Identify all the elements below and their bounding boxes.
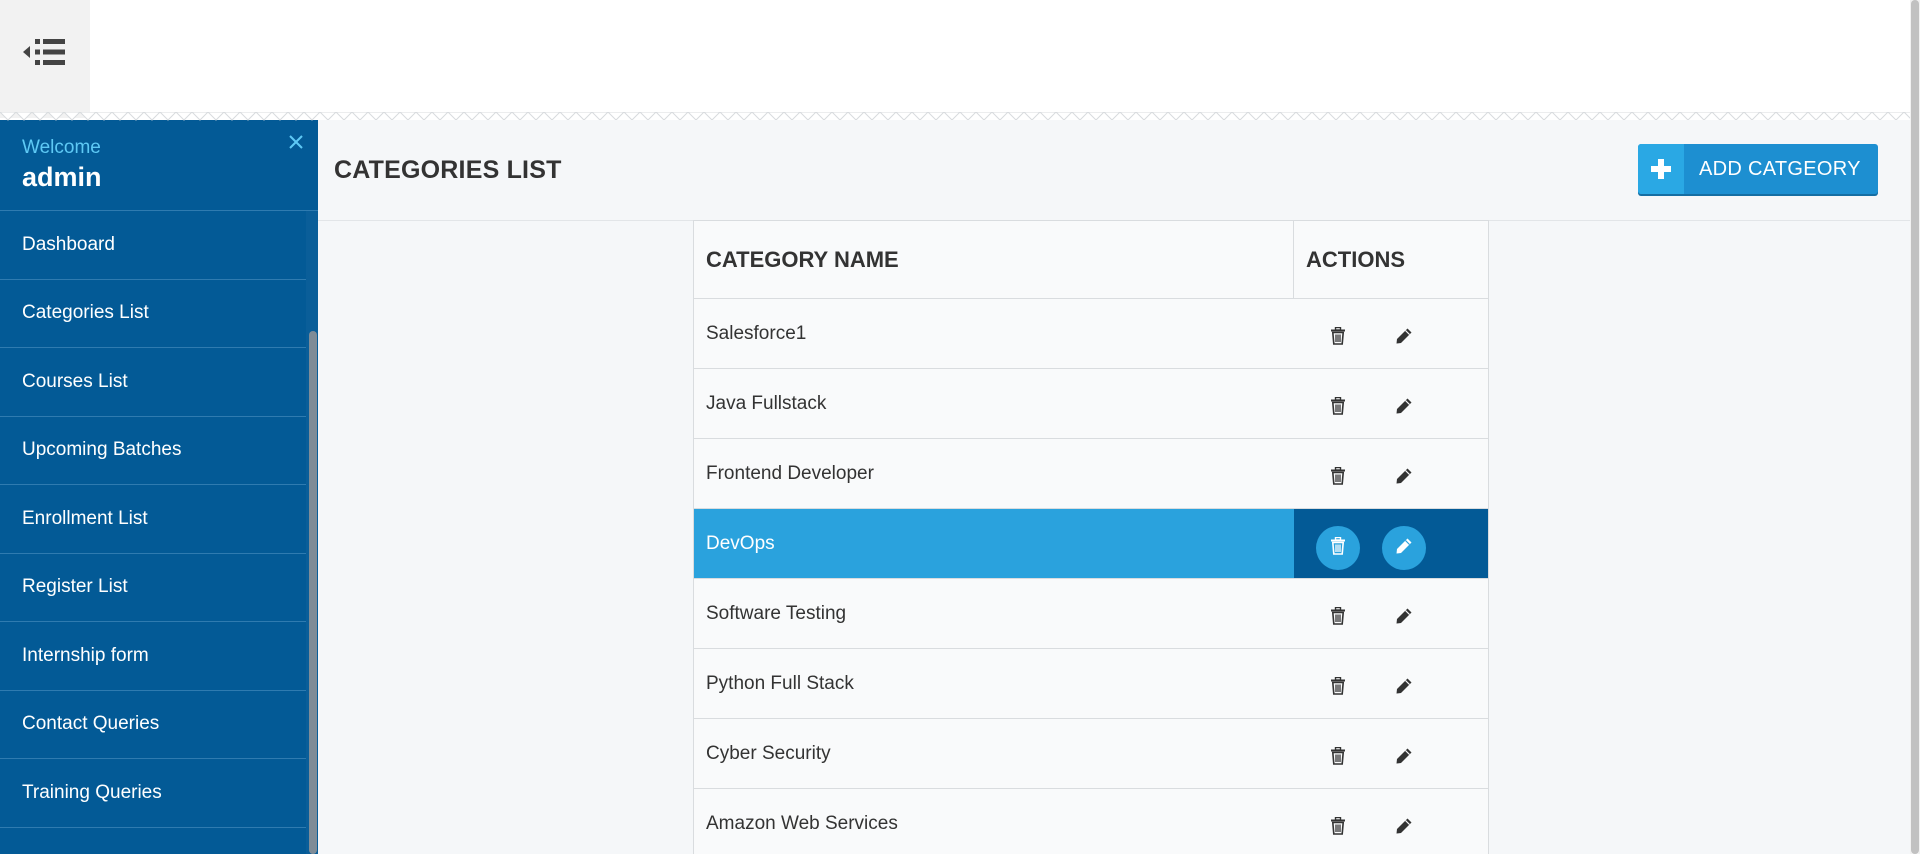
sidebar-item-dashboard[interactable]: Dashboard: [0, 211, 306, 280]
delete-button[interactable]: [1316, 666, 1360, 710]
page-scrollbar-thumb[interactable]: [1911, 0, 1919, 854]
row-actions: [1294, 299, 1488, 368]
delete-button[interactable]: [1316, 386, 1360, 430]
sidebar-item-register-list[interactable]: Register List: [0, 554, 306, 622]
delete-button[interactable]: [1316, 456, 1360, 500]
top-bar: [0, 0, 1910, 118]
page-scrollbar[interactable]: [1910, 0, 1920, 854]
sidebar-item-upcoming-batches[interactable]: Upcoming Batches: [0, 417, 306, 485]
category-name: Salesforce1: [706, 322, 807, 344]
pencil-icon: [1395, 677, 1413, 700]
username: admin: [22, 162, 102, 192]
table-row[interactable]: Java Fullstack: [694, 369, 1488, 439]
category-name: Amazon Web Services: [706, 812, 898, 834]
sidebar-item-label: Dashboard: [22, 233, 115, 255]
category-name: DevOps: [694, 509, 1294, 578]
pencil-icon: [1395, 537, 1413, 560]
pencil-icon: [1395, 397, 1413, 420]
category-name: Java Fullstack: [706, 392, 827, 414]
pencil-icon: [1395, 747, 1413, 770]
delete-button[interactable]: [1316, 806, 1360, 850]
sidebar-item-courses-list[interactable]: Courses List: [0, 348, 306, 417]
column-header-actions: ACTIONS: [1306, 246, 1405, 272]
table-row[interactable]: DevOps: [694, 509, 1488, 579]
pencil-icon: [1395, 467, 1413, 490]
category-name: Frontend Developer: [706, 462, 874, 484]
sidebar-item-categories-list[interactable]: Categories List: [0, 280, 306, 348]
close-icon[interactable]: [286, 132, 306, 152]
trash-icon: [1330, 326, 1346, 350]
edit-button[interactable]: [1382, 526, 1426, 570]
pencil-icon: [1395, 607, 1413, 630]
row-actions: [1294, 369, 1488, 438]
sidebar-item-label: Register List: [22, 576, 128, 598]
row-actions: [1294, 719, 1488, 788]
delete-button[interactable]: [1316, 736, 1360, 780]
categories-table: CATEGORY NAME ACTIONS Salesforce1 Java Fu…: [693, 220, 1489, 854]
sidebar: Welcome admin Dashboard Categories List …: [0, 120, 318, 854]
main-header: CATEGORIES LIST ADD CATGEORY: [318, 120, 1910, 221]
sidebar-item-enrollment-list[interactable]: Enrollment List: [0, 485, 306, 554]
main-content: CATEGORIES LIST ADD CATGEORY CATEGORY NA…: [318, 120, 1910, 854]
plus-icon: [1638, 144, 1684, 194]
table-row[interactable]: Amazon Web Services: [694, 789, 1488, 854]
delete-button[interactable]: [1316, 526, 1360, 570]
trash-icon: [1330, 816, 1346, 840]
trash-icon: [1330, 746, 1346, 770]
add-category-label: ADD CATGEORY: [1699, 157, 1861, 180]
table-header: CATEGORY NAME ACTIONS: [694, 221, 1488, 299]
pencil-icon: [1395, 327, 1413, 350]
edit-button[interactable]: [1382, 316, 1426, 360]
welcome-label: Welcome: [22, 137, 101, 158]
delete-button[interactable]: [1316, 596, 1360, 640]
page-title: CATEGORIES LIST: [334, 156, 562, 184]
row-actions: [1294, 789, 1488, 854]
sidebar-item-label: Courses List: [22, 370, 128, 392]
sidebar-item-label: Enrollment List: [22, 507, 148, 529]
sidebar-scrollbar-thumb[interactable]: [309, 331, 317, 854]
page: Welcome admin Dashboard Categories List …: [0, 0, 1920, 854]
edit-button[interactable]: [1382, 456, 1426, 500]
pencil-icon: [1395, 817, 1413, 840]
menu-toggle-button[interactable]: [0, 0, 90, 118]
row-actions: [1294, 509, 1488, 578]
row-actions: [1294, 439, 1488, 508]
table-row[interactable]: Python Full Stack: [694, 649, 1488, 719]
category-name: Software Testing: [706, 602, 847, 624]
sidebar-item-label: Internship form: [22, 644, 149, 666]
edit-button[interactable]: [1382, 386, 1426, 430]
sidebar-header: Welcome admin: [0, 120, 318, 211]
edit-button[interactable]: [1382, 736, 1426, 780]
column-header-category-name: CATEGORY NAME: [694, 221, 1294, 298]
edit-button[interactable]: [1382, 596, 1426, 640]
table-body: Salesforce1 Java Fullstack Frontend Develo…: [694, 299, 1488, 854]
sidebar-item-label: Training Queries: [22, 781, 162, 803]
trash-icon: [1330, 676, 1346, 700]
sidebar-scrollbar[interactable]: [306, 211, 318, 854]
add-category-button[interactable]: ADD CATGEORY: [1638, 144, 1878, 194]
row-actions: [1294, 579, 1488, 648]
table-row[interactable]: Software Testing: [694, 579, 1488, 649]
trash-icon: [1330, 396, 1346, 420]
sidebar-item-label: Upcoming Batches: [22, 439, 182, 461]
edit-button[interactable]: [1382, 806, 1426, 850]
sidebar-item-contact-queries[interactable]: Contact Queries: [0, 691, 306, 759]
sidebar-item-training-queries[interactable]: Training Queries: [0, 759, 306, 828]
trash-icon: [1330, 466, 1346, 490]
sidebar-item-internship-form[interactable]: Internship form: [0, 622, 306, 691]
table-row[interactable]: Salesforce1: [694, 299, 1488, 369]
table-row[interactable]: Cyber Security: [694, 719, 1488, 789]
trash-icon: [1330, 606, 1346, 630]
sidebar-item-label: Categories List: [22, 302, 149, 324]
row-actions: [1294, 649, 1488, 718]
sidebar-item-label: Contact Queries: [22, 713, 160, 735]
table-row[interactable]: Frontend Developer: [694, 439, 1488, 509]
category-name: Cyber Security: [706, 742, 831, 764]
trash-icon: [1330, 536, 1346, 560]
category-name: Python Full Stack: [706, 672, 854, 694]
menu-collapse-icon: [23, 39, 65, 65]
edit-button[interactable]: [1382, 666, 1426, 710]
delete-button[interactable]: [1316, 316, 1360, 360]
